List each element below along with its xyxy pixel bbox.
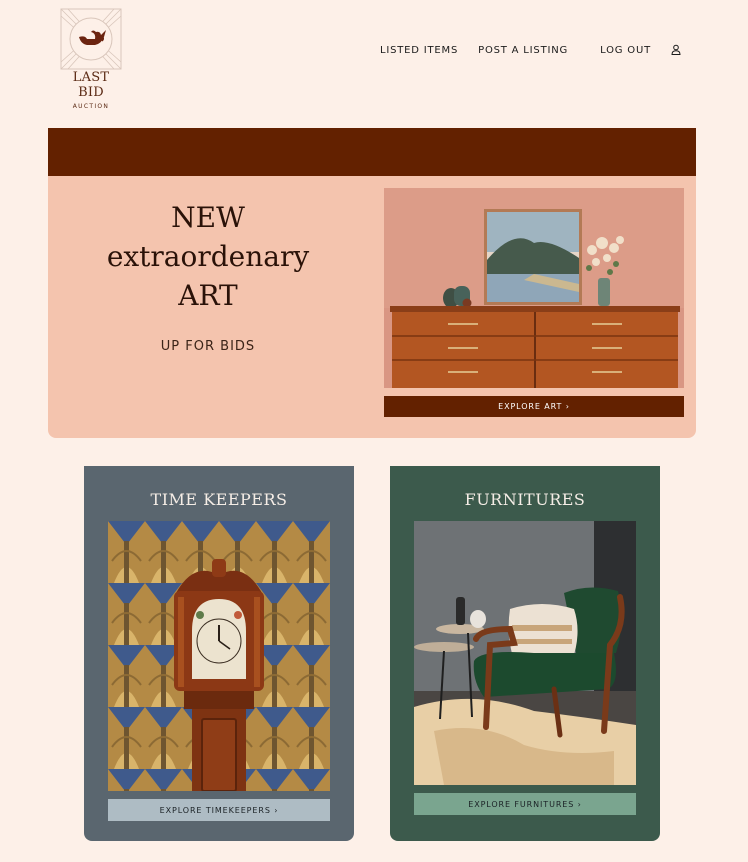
card-title-furnitures: FURNITURES	[464, 490, 586, 509]
brand-name: LAST BID	[72, 70, 110, 100]
explore-furnitures-button[interactable]: EXPLORE FURNITURES ›	[414, 793, 636, 815]
main-nav: LISTED ITEMS POST A LISTING LOG OUT	[380, 44, 681, 56]
hero-art-image	[384, 188, 684, 388]
brand-tagline: AUCTION	[72, 103, 110, 110]
explore-art-button[interactable]: EXPLORE ART ›	[384, 396, 684, 417]
clock-image	[108, 521, 330, 791]
card-furnitures: FURNITURES EXPLORE FURNITURES ›	[390, 466, 660, 841]
brand-logo[interactable]: LAST BID AUCTION	[58, 8, 124, 110]
card-title-time-keepers: TIME KEEPERS	[150, 490, 288, 509]
explore-timekeepers-button[interactable]: EXPLORE TIMEKEEPERS ›	[108, 799, 330, 821]
hero-banner-bar	[48, 128, 696, 176]
nav-listed-items[interactable]: LISTED ITEMS	[380, 45, 458, 56]
hero-title-line2: extraordenary	[106, 240, 310, 273]
hero-text: NEW extraordenary ART UP FOR BIDS	[48, 198, 368, 354]
nav-post-listing[interactable]: POST A LISTING	[478, 45, 568, 56]
hero-section: NEW extraordenary ART UP FOR BIDS EXPLOR…	[48, 176, 696, 438]
card-time-keepers: TIME KEEPERS EXPLORE TIMEKEEPERS ›	[84, 466, 354, 841]
nav-log-out[interactable]: LOG OUT	[600, 45, 651, 56]
user-icon[interactable]	[671, 44, 681, 56]
teapot-logo-icon	[60, 8, 122, 70]
hero-title-line3: ART	[178, 279, 238, 312]
chair-image	[414, 521, 636, 785]
hero-title-line1: NEW	[171, 201, 245, 234]
hero-subtitle: UP FOR BIDS	[160, 339, 256, 354]
hero-title: NEW extraordenary ART	[48, 198, 368, 315]
